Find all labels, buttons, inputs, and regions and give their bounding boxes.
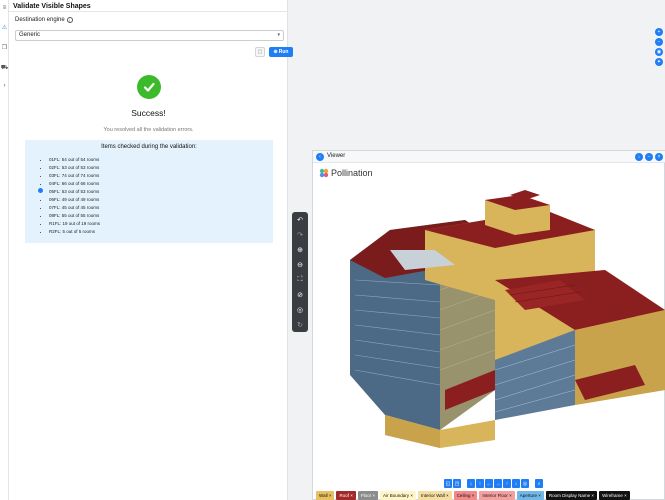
legend-chip-floor[interactable]: Floor × (357, 491, 379, 500)
orbit-icon[interactable]: ◎ (521, 479, 529, 488)
chevron-down-icon: ▾ (277, 32, 280, 38)
search-icon[interactable]: ⌕ (535, 479, 543, 488)
panel-title: Validate Visible Shapes (13, 3, 91, 10)
legend-label: Air Boundary (383, 493, 410, 498)
engine-select-value: Generic (19, 32, 41, 38)
items-list: 01FL: 54 out of 54 rooms 02FL: 53 out of… (45, 156, 100, 236)
copy-icon[interactable]: ❐ (1, 44, 8, 51)
viewer-bottom-tools: ◱ ◳ ↓ ↑ ← → ↑ ↓ ◎ ⌕ (444, 479, 543, 488)
view-up-icon[interactable]: ↑ (476, 479, 484, 488)
list-item: 08FL: 55 out of 55 rooms (49, 212, 100, 220)
chevron-right-icon[interactable]: › (1, 82, 8, 89)
legend-chip-air-boundary[interactable]: Air Boundary × (380, 491, 416, 500)
minimize-icon[interactable]: − (645, 153, 653, 161)
hide-icon[interactable]: ⊘ (292, 287, 308, 302)
zoom-out-icon[interactable]: ⊖ (292, 257, 308, 272)
viewer-toolbar: ↶ ↷ ⊕ ⊖ ⛶ ⊘ ◎ ↻ (292, 212, 308, 332)
car-icon[interactable]: ⛟ (1, 64, 9, 71)
fit-view-icon[interactable]: ⛶ (292, 272, 308, 287)
menu-icon[interactable]: ≡ (1, 4, 8, 11)
list-item: 07FL: 45 out of 45 rooms (49, 204, 100, 212)
logo-mark-icon (319, 168, 329, 178)
redo-icon[interactable]: ↷ (292, 227, 308, 242)
legend-chip-aperture[interactable]: Aperture × (516, 491, 544, 500)
list-item: 05FL: 53 out of 53 rooms (49, 188, 100, 196)
legend-label: Floor (360, 493, 372, 498)
zoom-in-icon[interactable]: ⊕ (292, 242, 308, 257)
settings-button[interactable]: ▢ (255, 47, 265, 57)
legend-chip-ceiling[interactable]: Ceiling × (453, 491, 478, 500)
success-message: You resolved all the validation errors. (103, 127, 194, 133)
building-model (350, 190, 665, 448)
items-title: Items checked during the validation: (101, 144, 197, 150)
legend-label: Roof (339, 493, 349, 498)
pollination-logo: Pollination (319, 168, 373, 178)
view-left-icon[interactable]: ← (485, 479, 493, 488)
view-bottom-icon[interactable]: ↓ (512, 479, 520, 488)
legend-label: Aperture (519, 493, 538, 498)
legend-chip-wireframe[interactable]: Wireframe × (599, 491, 630, 500)
layers-icon[interactable]: ◉ (655, 48, 663, 56)
eye-icon[interactable]: ◎ (292, 302, 308, 317)
view-top-icon[interactable]: ↑ (503, 479, 511, 488)
zoom-in-icon[interactable]: + (655, 28, 663, 36)
close-icon[interactable]: × (655, 153, 663, 161)
list-item: 06FL: 49 out of 49 rooms (49, 196, 100, 204)
list-item: R1FL: 19 out of 19 rooms (49, 220, 100, 228)
list-item: 02FL: 53 out of 53 rooms (49, 164, 100, 172)
download-icon[interactable]: ↓ (635, 153, 643, 161)
info-icon[interactable]: i (66, 17, 73, 23)
items-checked-box: Items checked during the validation: 01F… (25, 140, 273, 243)
engine-select[interactable]: Generic ▾ (15, 30, 284, 41)
engine-label: Destination engine i (15, 17, 73, 23)
success-title: Success! (131, 108, 166, 118)
list-item: 03FL: 74 out of 74 rooms (49, 172, 100, 180)
left-rail: ≡ ⚠ ❐ ⛟ › (0, 0, 9, 500)
chevron-left-icon[interactable]: ‹ (316, 153, 324, 161)
legend-chip-interior-wall[interactable]: Interior Wall × (417, 491, 452, 500)
square-icon: ▢ (257, 49, 263, 55)
divider (9, 11, 288, 12)
view-mode-icon[interactable]: ◱ (444, 479, 452, 488)
legend-chip-room-display-name[interactable]: Room Display Name × (545, 491, 598, 500)
run-label: Run (278, 49, 289, 55)
settings-icon[interactable]: ✦ (655, 58, 663, 66)
viewer-header: ‹ Viewer ↓ − × (313, 151, 665, 163)
list-item: 01FL: 54 out of 54 rooms (49, 156, 100, 164)
legend-label: Ceiling (456, 493, 471, 498)
view-right-icon[interactable]: → (494, 479, 502, 488)
zoom-out-icon[interactable]: − (655, 38, 663, 46)
refresh-icon[interactable]: ↻ (292, 317, 308, 332)
engine-label-text: Destination engine (15, 17, 65, 23)
viewer-title: Viewer (327, 153, 346, 159)
warning-icon[interactable]: ⚠ (1, 24, 8, 31)
legend-label: Wall (319, 493, 328, 498)
legend-bar: Wall × Roof × Floor × Air Boundary × Int… (316, 491, 630, 500)
view-down-icon[interactable]: ↓ (467, 479, 475, 488)
undo-icon[interactable]: ↶ (292, 212, 308, 227)
legend-label: Interior Wall (420, 493, 445, 498)
list-item: R2FL: 5 out of 5 rooms (49, 228, 100, 236)
success-check-icon (137, 75, 161, 99)
legend-label: Wireframe (602, 493, 623, 498)
validation-panel: Validate Visible Shapes Destination engi… (9, 0, 293, 500)
legend-label: Room Display Name (548, 493, 591, 498)
legend-label: Interior Floor (482, 493, 508, 498)
legend-chip-roof[interactable]: Roof × (336, 491, 356, 500)
section-icon[interactable]: ◳ (453, 479, 461, 488)
info-dot-icon[interactable] (38, 188, 43, 193)
list-item: 04FL: 66 out of 66 rooms (49, 180, 100, 188)
legend-chip-wall[interactable]: Wall × (316, 491, 335, 500)
run-button[interactable]: ⊕ Run (269, 47, 293, 57)
play-icon: ⊕ (273, 49, 278, 55)
legend-chip-interior-floor[interactable]: Interior Floor × (479, 491, 515, 500)
brand-name: Pollination (331, 168, 373, 178)
